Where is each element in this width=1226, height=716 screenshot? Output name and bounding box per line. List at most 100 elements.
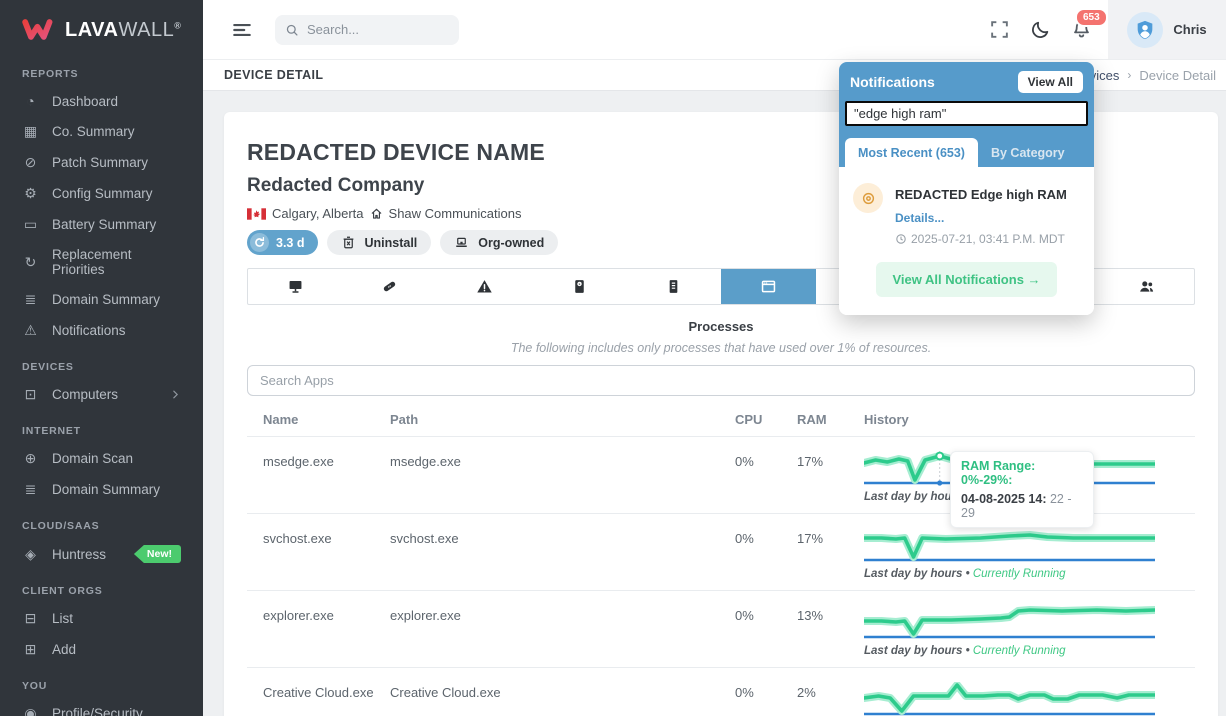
- process-row-msedge-exe[interactable]: msedge.exemsedge.exe0%17% Last day by ho…: [247, 437, 1195, 514]
- process-history[interactable]: Last day by hours • Currently Running: [864, 682, 1195, 716]
- agent-age-badge[interactable]: 3.3 d: [247, 230, 318, 255]
- sidebar-item-battery-summary[interactable]: ▭ Battery Summary: [0, 209, 203, 240]
- col-history: History: [864, 412, 1195, 427]
- sidebar-item-label: Profile/Security: [52, 706, 143, 716]
- process-history[interactable]: Last day by hours • Currently RunningRAM…: [864, 451, 1195, 504]
- notification-filter-wrap: [839, 99, 1094, 136]
- scan-icon: ⊕: [22, 450, 39, 467]
- notifications-bell[interactable]: 653: [1071, 19, 1092, 40]
- tab-most-recent[interactable]: Most Recent (653): [845, 138, 978, 167]
- tab-alerts[interactable]: [437, 269, 532, 304]
- device-location: Calgary, Alberta: [272, 206, 364, 221]
- process-history[interactable]: Last day by hours • Currently Running: [864, 528, 1195, 581]
- notification-tabs: Most Recent (653) By Category: [839, 136, 1094, 167]
- process-row-explorer-exe[interactable]: explorer.exeexplorer.exe0%13% Last day b…: [247, 591, 1195, 668]
- process-ram: 2%: [797, 682, 864, 716]
- topbar: 653 Chris: [203, 0, 1226, 60]
- notification-timestamp: 2025-07-21, 03:41 P.M. MDT: [895, 232, 1067, 246]
- process-name: msedge.exe: [263, 451, 390, 504]
- ram-range-tooltip: RAM Range: 0%-29%: 04-08-2025 14: 22 - 29: [950, 451, 1094, 528]
- battery-icon: ▭: [22, 216, 39, 233]
- global-search[interactable]: [275, 15, 459, 45]
- notification-filter-input[interactable]: [845, 101, 1088, 126]
- process-path: svchost.exe: [390, 528, 735, 581]
- process-path: Creative Cloud.exe: [390, 682, 735, 716]
- sidebar-item-co-summary[interactable]: ▦Co. Summary: [0, 116, 203, 147]
- dark-mode-moon-icon[interactable]: [1030, 19, 1051, 40]
- tab-storage[interactable]: [532, 269, 627, 304]
- view-all-button[interactable]: View All: [1018, 71, 1083, 93]
- sidebar-item-domain-scan[interactable]: ⊕Domain Scan: [0, 443, 203, 474]
- sidebar-item-config-summary[interactable]: ⚙Config Summary: [0, 178, 203, 209]
- fullscreen-icon[interactable]: [989, 19, 1010, 40]
- process-cpu: 0%: [735, 682, 797, 716]
- sidebar-item-label: Huntress: [52, 547, 106, 562]
- breadcrumb-device-detail: Device Detail: [1139, 68, 1216, 83]
- tab-logs[interactable]: [626, 269, 721, 304]
- tab-computer[interactable]: [248, 269, 343, 304]
- menu-toggle-icon[interactable]: [231, 19, 253, 41]
- sidebar-item-replacement-priorities[interactable]: ↻Replacement Priorities: [0, 240, 203, 284]
- tab-by-category[interactable]: By Category: [978, 138, 1078, 167]
- sidebar-item-computers[interactable]: ⊡Computers: [0, 379, 203, 410]
- search-input[interactable]: [307, 22, 437, 37]
- device-provider: Shaw Communications: [389, 206, 522, 221]
- tab-patches[interactable]: [343, 269, 438, 304]
- process-name: Creative Cloud.exe: [263, 682, 390, 716]
- sidebar-item-label: Dashboard: [52, 94, 118, 109]
- notification-footer: View All Notifications →: [853, 262, 1080, 297]
- processes-heading: Processes: [247, 319, 1195, 334]
- process-history-sparkline: [864, 528, 1155, 564]
- tab-processes[interactable]: [721, 269, 816, 304]
- new-badge: New!: [134, 545, 181, 563]
- canada-flag-icon: [247, 208, 266, 220]
- sidebar-section-reports: REPORTS: [0, 53, 203, 86]
- notification-details-link[interactable]: Details...: [895, 211, 1067, 225]
- sidebar-section-devices: DEVICES: [0, 346, 203, 379]
- uninstall-button[interactable]: Uninstall: [327, 230, 432, 255]
- notifications-popup-header: Notifications View All: [839, 62, 1094, 99]
- sidebar: LAVAWALL® REPORTS◔Dashboard▦Co. Summary⊘…: [0, 0, 203, 716]
- process-history[interactable]: Last day by hours • Currently Running: [864, 605, 1195, 658]
- user-menu[interactable]: Chris: [1108, 0, 1226, 59]
- notification-category-icon: [853, 183, 883, 213]
- ram-range-value: 04-08-2025 14: 22 - 29: [961, 492, 1083, 520]
- trash-icon: [341, 235, 356, 250]
- home-icon: [370, 207, 383, 220]
- process-name: svchost.exe: [263, 528, 390, 581]
- sidebar-item-label: Patch Summary: [52, 155, 148, 170]
- search-apps-input[interactable]: [247, 365, 1195, 396]
- notifications-title: Notifications: [850, 74, 935, 90]
- page-title: DEVICE DETAIL: [224, 68, 323, 82]
- process-cpu: 0%: [735, 528, 797, 581]
- view-all-notifications-button[interactable]: View All Notifications →: [876, 262, 1056, 297]
- sparkline-caption: Last day by hours • Currently Running: [864, 645, 1195, 657]
- bandage-icon: ⊘: [22, 154, 39, 171]
- sidebar-item-patch-summary[interactable]: ⊘ Patch Summary: [0, 147, 203, 178]
- huntress-icon: ◈: [22, 546, 39, 563]
- orgadd-icon: ⊞: [22, 641, 39, 658]
- sidebar-item-dashboard[interactable]: ◔Dashboard: [0, 86, 203, 116]
- sidebar-item-domain-summary[interactable]: ≣Domain Summary: [0, 284, 203, 315]
- sidebar-item-label: Battery Summary: [52, 217, 156, 232]
- sidebar-item-notifications[interactable]: ⚠Notifications: [0, 315, 203, 346]
- brand-logo[interactable]: LAVAWALL®: [0, 0, 203, 53]
- tab-users[interactable]: [1099, 269, 1194, 304]
- sidebar-item-label: Add: [52, 642, 76, 657]
- refresh-icon: ↻: [22, 254, 39, 271]
- laptop-icon: [454, 235, 469, 250]
- sidebar-item-profile-security[interactable]: ◉Profile/Security: [0, 698, 203, 716]
- notification-item[interactable]: REDACTED Edge high RAM Details... 2025-0…: [853, 183, 1080, 246]
- process-row-creative-cloud-exe[interactable]: Creative Cloud.exeCreative Cloud.exe0%2%…: [247, 668, 1195, 716]
- ram-range-label: RAM Range: 0%-29%:: [961, 459, 1083, 487]
- brand-name: LAVAWALL®: [65, 19, 181, 42]
- list-icon: ≣: [22, 481, 39, 498]
- topbar-right: 653 Chris: [989, 0, 1226, 59]
- ownership-badge[interactable]: Org-owned: [440, 230, 558, 255]
- sidebar-item-add[interactable]: ⊞ Add: [0, 634, 203, 665]
- sidebar-item-huntress[interactable]: ◈ Huntress New!: [0, 538, 203, 570]
- process-table-header: Name Path CPU RAM History: [247, 402, 1195, 437]
- sidebar-item-domain-summary[interactable]: ≣Domain Summary: [0, 474, 203, 505]
- sidebar-section-client-orgs: CLIENT ORGS: [0, 570, 203, 603]
- sidebar-item-list[interactable]: ⊟List: [0, 603, 203, 634]
